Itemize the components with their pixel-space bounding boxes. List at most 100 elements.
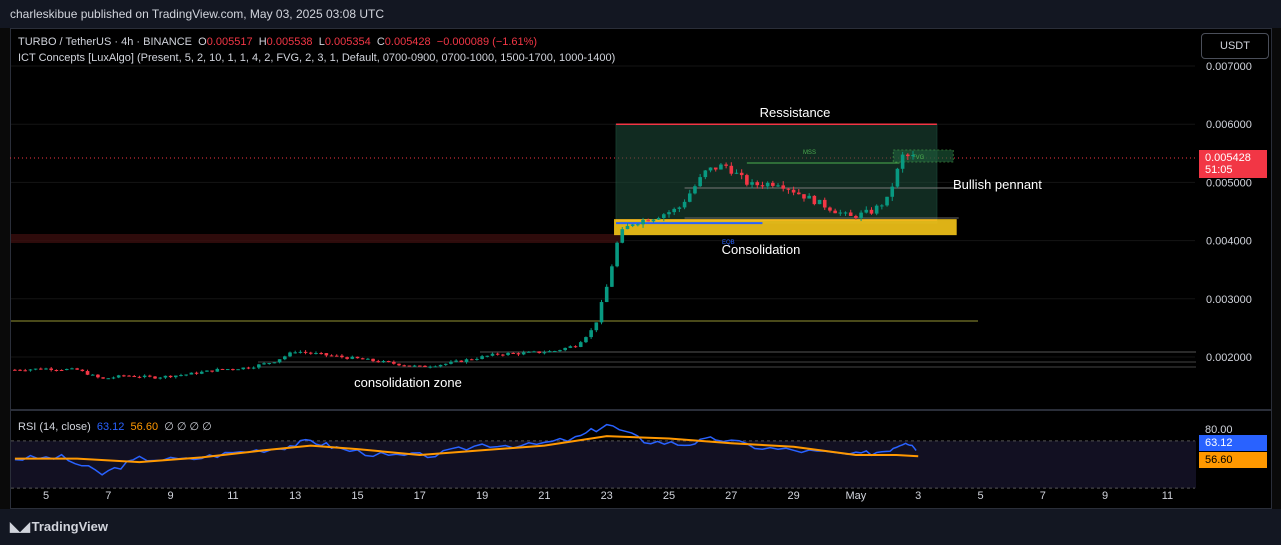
candle-body xyxy=(604,286,609,303)
candle-body xyxy=(682,201,687,208)
candle-body xyxy=(392,361,396,364)
candle-body xyxy=(64,368,69,371)
rsi-legend[interactable]: RSI (14, close) 63.12 56.60 ∅ ∅ ∅ ∅ xyxy=(18,420,212,433)
candle-body xyxy=(142,375,147,378)
candle-body xyxy=(802,194,806,199)
candle-body xyxy=(563,347,567,351)
candle-body xyxy=(864,209,869,213)
candle-body xyxy=(324,353,329,356)
candle-body xyxy=(672,208,676,213)
consolidation-box xyxy=(615,123,938,224)
candle-body xyxy=(334,355,339,357)
y-tick-label: 0.004000 xyxy=(1206,236,1252,248)
candle-body xyxy=(620,229,625,243)
candle-body xyxy=(407,365,412,367)
candle-body xyxy=(303,351,308,353)
candle-body xyxy=(641,219,645,225)
candle-body xyxy=(153,376,157,379)
candle-body xyxy=(625,225,630,230)
candle-body xyxy=(179,375,183,377)
annotation-resistance: Ressistance xyxy=(760,105,831,120)
candle-body xyxy=(329,355,334,357)
candle-body xyxy=(812,195,817,205)
candle-body xyxy=(755,182,760,186)
price-chart-svg: 0.007000 0.006000 0.005000 0.004000 0.003000… xyxy=(10,61,1252,502)
last-price-value: 0.005428 xyxy=(1205,152,1251,164)
candle-body xyxy=(49,368,53,371)
footer-bar xyxy=(0,509,1281,545)
tradingview-brand: TradingView xyxy=(31,519,108,534)
candle-body xyxy=(90,374,95,376)
candle-body xyxy=(438,364,443,367)
candle-body xyxy=(418,365,422,367)
tradingview-logo[interactable]: ◣◢ TradingView xyxy=(10,519,108,535)
candle-body xyxy=(85,371,90,375)
x-tick-label: 13 xyxy=(289,490,301,502)
candle-body xyxy=(552,351,557,353)
candle-body xyxy=(796,192,801,195)
candle-body xyxy=(869,209,874,214)
candle-body xyxy=(184,374,188,376)
candle-body xyxy=(236,369,240,371)
candle-body xyxy=(848,212,853,216)
x-tick-label: 9 xyxy=(1102,490,1108,502)
x-tick-label: 11 xyxy=(1162,490,1173,502)
candle-body xyxy=(194,372,199,374)
candle-body xyxy=(44,368,48,370)
candle-body xyxy=(246,367,251,369)
candle-body xyxy=(314,353,318,355)
rsi-label[interactable]: RSI (14, close) xyxy=(18,421,91,433)
candle-body xyxy=(594,322,599,331)
candle-body xyxy=(350,356,355,359)
candle-body xyxy=(895,168,900,187)
x-tick-label: 17 xyxy=(414,490,426,502)
candle-body xyxy=(724,164,728,166)
candle-body xyxy=(412,365,417,367)
candle-body xyxy=(687,193,692,202)
candle-body xyxy=(225,369,230,371)
candle-body xyxy=(205,370,209,372)
candle-body xyxy=(485,355,490,357)
candle-body xyxy=(521,352,526,355)
x-tick-label: 5 xyxy=(43,490,49,502)
candle-body xyxy=(423,365,427,368)
candle-body xyxy=(911,155,915,157)
x-tick-label: 25 xyxy=(663,490,675,502)
candle-body xyxy=(630,224,635,226)
rsi-ma-tag: 56.60 xyxy=(1199,452,1267,468)
candle-body xyxy=(381,361,386,363)
x-tick-label: May xyxy=(846,490,867,502)
candle-body xyxy=(308,352,313,354)
candle-body xyxy=(677,207,682,209)
x-tick-label: 11 xyxy=(227,490,238,502)
candle-body xyxy=(355,356,360,359)
candle-body xyxy=(480,356,484,359)
y-tick-label: 0.003000 xyxy=(1206,294,1252,306)
candle-body xyxy=(283,356,287,360)
candle-body xyxy=(651,219,656,222)
bar-countdown: 51:05 xyxy=(1205,164,1233,176)
candle-body xyxy=(610,266,614,287)
candle-body xyxy=(137,376,142,378)
candle-body xyxy=(127,375,131,377)
y-tick-label: 0.005000 xyxy=(1206,177,1252,189)
candle-body xyxy=(703,170,708,178)
candle-body xyxy=(537,351,542,353)
candle-body xyxy=(189,372,194,375)
candle-body xyxy=(843,212,848,214)
candle-body xyxy=(231,369,235,371)
rsi-band xyxy=(11,440,1196,489)
candle-body xyxy=(220,368,225,370)
candle-body xyxy=(900,154,905,169)
candle-body xyxy=(397,363,401,366)
candle-body xyxy=(267,363,272,365)
candle-body xyxy=(257,364,261,368)
candle-body xyxy=(771,182,775,186)
candle-body xyxy=(122,375,126,377)
candle-body xyxy=(828,207,832,211)
candle-body xyxy=(277,359,282,363)
candle-body xyxy=(589,330,593,338)
x-tick-label: 9 xyxy=(168,490,174,502)
candle-body xyxy=(667,212,671,215)
candle-body xyxy=(158,377,163,379)
